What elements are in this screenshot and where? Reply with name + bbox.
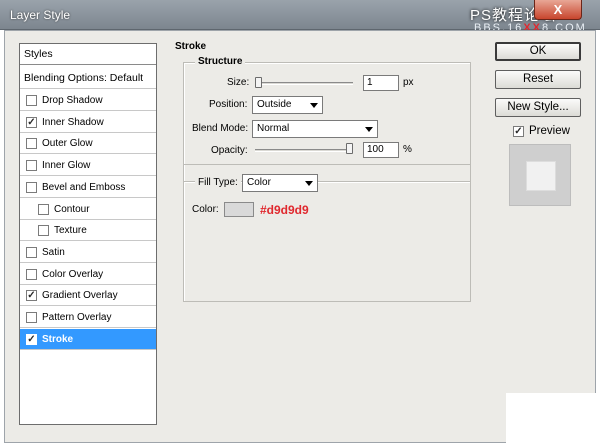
style-item-label: Outer Glow: [42, 137, 93, 149]
checkbox-empty-icon[interactable]: [26, 94, 37, 106]
title-bar: Layer Style PS教程论坛 BBS.16XX8.COM X: [0, 0, 600, 34]
style-item-color-overlay[interactable]: Color Overlay: [20, 264, 156, 285]
checkbox-empty-icon[interactable]: [26, 311, 37, 323]
size-unit: px: [403, 77, 414, 88]
new-style-button[interactable]: New Style...: [495, 98, 581, 117]
close-icon: X: [553, 2, 563, 17]
chevron-down-icon: [305, 181, 313, 186]
style-item-contour[interactable]: Contour: [20, 199, 156, 220]
chevron-down-icon: [365, 127, 373, 132]
blending-options-item[interactable]: Blending Options: Default: [20, 67, 156, 89]
style-item-label: Color Overlay: [42, 268, 104, 280]
position-label: Position:: [209, 99, 248, 110]
chevron-down-icon: [310, 103, 318, 108]
position-select[interactable]: Outside: [252, 96, 323, 114]
opacity-slider-thumb[interactable]: [346, 143, 353, 154]
size-slider-thumb[interactable]: [255, 77, 262, 88]
checkbox-empty-icon[interactable]: [26, 246, 37, 258]
checkbox-empty-icon[interactable]: [26, 137, 37, 149]
style-item-inner-shadow[interactable]: ✓ Inner Shadow: [20, 112, 156, 133]
fill-type-value: Color: [247, 177, 271, 188]
size-input[interactable]: 1: [363, 75, 399, 91]
stroke-section-title: Stroke: [175, 41, 207, 52]
window-title: Layer Style: [10, 8, 71, 22]
window-corner: [506, 393, 600, 447]
opacity-unit: %: [403, 144, 412, 155]
blend-mode-value: Normal: [257, 123, 290, 134]
checkbox-empty-icon[interactable]: [38, 224, 49, 236]
color-hex-annotation: #d9d9d9: [260, 203, 309, 217]
structure-title: Structure: [195, 56, 246, 67]
style-item-pattern-overlay[interactable]: Pattern Overlay: [20, 307, 156, 328]
style-item-label: Inner Shadow: [42, 116, 104, 128]
style-item-satin[interactable]: Satin: [20, 242, 156, 263]
style-item-label: Pattern Overlay: [42, 311, 112, 323]
preview-label: Preview: [529, 125, 570, 137]
close-button[interactable]: X: [534, 0, 582, 20]
check-icon[interactable]: ✓: [26, 289, 37, 301]
style-item-outer-glow[interactable]: Outer Glow: [20, 133, 156, 154]
opacity-label: Opacity:: [211, 145, 248, 156]
fill-type-groupbox: [183, 181, 471, 302]
position-value: Outside: [257, 99, 292, 110]
check-icon[interactable]: ✓: [26, 116, 37, 128]
blend-mode-select[interactable]: Normal: [252, 120, 378, 138]
opacity-input[interactable]: 100: [363, 142, 399, 158]
checkbox-empty-icon[interactable]: [38, 203, 49, 215]
style-item-texture[interactable]: Texture: [20, 220, 156, 241]
preview-thumbnail: [509, 144, 571, 206]
check-icon[interactable]: ✓: [26, 333, 37, 345]
preview-checkbox[interactable]: ✓ Preview: [513, 125, 570, 137]
preview-shape: [526, 161, 556, 191]
style-item-label: Texture: [54, 224, 87, 236]
check-icon: ✓: [513, 125, 524, 137]
style-item-stroke[interactable]: ✓ Stroke: [20, 329, 156, 350]
style-item-inner-glow[interactable]: Inner Glow: [20, 155, 156, 176]
reset-button[interactable]: Reset: [495, 70, 581, 89]
layer-style-window: Layer Style PS教程论坛 BBS.16XX8.COM X Style…: [0, 0, 600, 447]
dialog-body: Styles Blending Options: Default Drop Sh…: [4, 30, 596, 443]
checkbox-empty-icon[interactable]: [26, 159, 37, 171]
fill-type-label: Fill Type:: [195, 177, 241, 188]
style-item-label: Inner Glow: [42, 159, 91, 171]
style-item-label: Stroke: [42, 333, 74, 345]
color-swatch[interactable]: [224, 202, 254, 217]
color-label: Color:: [192, 204, 219, 215]
style-item-label: Bevel and Emboss: [42, 181, 126, 193]
style-item-gradient-overlay[interactable]: ✓ Gradient Overlay: [20, 285, 156, 306]
fill-type-select[interactable]: Color: [242, 174, 318, 192]
styles-list: Styles Blending Options: Default Drop Sh…: [19, 43, 157, 425]
opacity-slider-track[interactable]: [255, 149, 353, 152]
style-item-label: Contour: [54, 203, 90, 215]
checkbox-empty-icon[interactable]: [26, 268, 37, 280]
blend-mode-label: Blend Mode:: [192, 123, 249, 134]
style-item-label: Satin: [42, 246, 65, 258]
style-item-label: Gradient Overlay: [42, 289, 118, 301]
ok-button[interactable]: OK: [495, 42, 581, 61]
checkbox-empty-icon[interactable]: [26, 181, 37, 193]
styles-header[interactable]: Styles: [20, 44, 156, 65]
style-item-drop-shadow[interactable]: Drop Shadow: [20, 90, 156, 111]
style-item-bevel-and-emboss[interactable]: Bevel and Emboss: [20, 177, 156, 198]
size-slider-track[interactable]: [255, 82, 353, 85]
size-label: Size:: [227, 77, 250, 88]
style-item-label: Drop Shadow: [42, 94, 103, 106]
